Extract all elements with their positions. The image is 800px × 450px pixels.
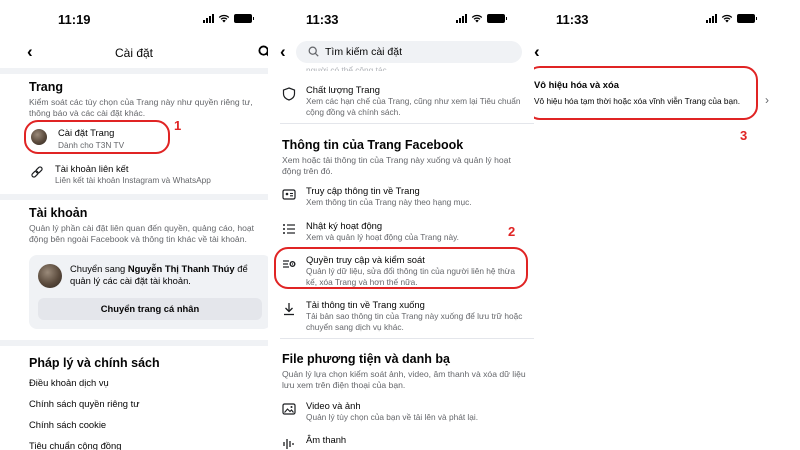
activity-log-title: Nhật ký hoạt động bbox=[306, 220, 383, 231]
divider bbox=[280, 338, 534, 339]
highlight-oval-1 bbox=[24, 120, 170, 154]
section-title-account: Tài khoản bbox=[29, 206, 88, 220]
chevron-right-icon: › bbox=[765, 93, 769, 107]
search-icon bbox=[308, 46, 319, 57]
download-page-info-title: Tải thông tin về Trang xuống bbox=[306, 299, 425, 310]
settings-screen: 11:19 ‹ Cài đặt Trang Kiểm soát các tùy … bbox=[0, 0, 268, 450]
download-page-info-sub: Tải bản sao thông tin của Trang này xuốn… bbox=[306, 311, 523, 332]
video-photo-sub: Quản lý tùy chọn của bạn về tải lên và p… bbox=[306, 412, 479, 422]
access-page-info-title: Truy cập thông tin về Trang bbox=[306, 185, 420, 196]
video-photo-title: Video và ảnh bbox=[306, 400, 361, 411]
switch-profile-text: Chuyển sang Nguyễn Thị Thanh Thúy để quả… bbox=[70, 263, 248, 286]
list-icon bbox=[283, 224, 295, 234]
shield-icon bbox=[282, 87, 296, 101]
audio-title: Âm thanh bbox=[306, 434, 347, 445]
battery-icon bbox=[234, 13, 254, 23]
section-title-trang: Trang bbox=[29, 80, 64, 94]
linked-accounts-sub: Liên kết tài khoản Instagram và WhatsApp bbox=[55, 175, 211, 185]
audio-wave-icon bbox=[283, 439, 294, 449]
page-quality-title: Chất lượng Trang bbox=[306, 84, 380, 95]
section-title-media: File phương tiện và danh bạ bbox=[282, 352, 450, 366]
access-page-info-sub: Xem thông tin của Trang này theo hạng mụ… bbox=[306, 197, 472, 207]
signal-icon bbox=[203, 13, 214, 23]
step-marker-1: 1 bbox=[174, 118, 182, 133]
section-title-legal: Pháp lý và chính sách bbox=[29, 356, 160, 370]
section-desc-page-info: Xem hoặc tải thông tin của Trang này xuố… bbox=[282, 155, 511, 176]
status-time: 11:33 bbox=[306, 12, 339, 27]
switch-profile-button[interactable]: Chuyển trang cá nhân bbox=[38, 298, 262, 320]
step-marker-2: 2 bbox=[508, 224, 516, 239]
section-desc-account: Quản lý phần cài đặt liên quan đến quyền… bbox=[29, 223, 255, 244]
battery-icon bbox=[737, 13, 757, 23]
status-time: 11:19 bbox=[58, 12, 91, 27]
search-icon[interactable] bbox=[258, 45, 268, 58]
section-title-page-info: Thông tin của Trang Facebook bbox=[282, 138, 464, 152]
search-settings-screen: 11:33 ‹ Tìm kiếm cài đặt người có thể cộ… bbox=[268, 0, 534, 450]
link-privacy[interactable]: Chính sách quyền riêng tư bbox=[29, 398, 140, 409]
highlight-oval-3 bbox=[534, 66, 758, 120]
back-button[interactable]: ‹ bbox=[280, 42, 286, 62]
photo-icon bbox=[282, 403, 296, 415]
wifi-icon bbox=[721, 14, 733, 23]
profile-avatar bbox=[38, 264, 62, 288]
divider bbox=[0, 194, 268, 200]
signal-icon bbox=[706, 13, 717, 23]
link-terms[interactable]: Điều khoản dịch vụ bbox=[29, 377, 109, 388]
wifi-icon bbox=[218, 14, 230, 23]
link-cookie[interactable]: Chính sách cookie bbox=[29, 419, 106, 430]
page-quality-sub: Xem các hạn chế của Trang, cũng như xem … bbox=[306, 96, 521, 117]
deactivate-delete-screen: 11:33 ‹ Vô hiệu hóa và xóa Vô hiệu hóa t… bbox=[534, 0, 800, 450]
signal-icon bbox=[456, 13, 467, 23]
status-icons bbox=[706, 13, 757, 23]
id-card-icon bbox=[282, 189, 296, 200]
status-time: 11:33 bbox=[556, 12, 589, 27]
divider bbox=[0, 340, 268, 346]
back-button[interactable]: ‹ bbox=[534, 42, 540, 62]
section-desc-media: Quản lý lựa chọn kiểm soát ảnh, video, â… bbox=[282, 369, 526, 390]
link-icon bbox=[31, 166, 43, 178]
divider bbox=[0, 68, 268, 74]
highlight-oval-2 bbox=[274, 247, 528, 289]
battery-icon bbox=[487, 13, 507, 23]
section-desc-trang: Kiểm soát các tùy chọn của Trang này như… bbox=[29, 97, 253, 118]
page-title: Cài đặt bbox=[114, 46, 154, 60]
partial-item-text: người có thể cộng tác bbox=[306, 65, 387, 71]
step-marker-3: 3 bbox=[740, 128, 748, 143]
activity-log-sub: Xem và quản lý hoạt động của Trang này. bbox=[306, 232, 459, 242]
status-icons bbox=[456, 13, 507, 23]
status-icons bbox=[203, 13, 254, 23]
wifi-icon bbox=[471, 14, 483, 23]
linked-accounts-title: Tài khoản liên kết bbox=[55, 163, 129, 174]
download-icon bbox=[284, 303, 294, 316]
search-placeholder: Tìm kiếm cài đặt bbox=[325, 46, 403, 58]
divider bbox=[280, 123, 534, 124]
link-community[interactable]: Tiêu chuẩn cộng đồng bbox=[29, 440, 121, 450]
